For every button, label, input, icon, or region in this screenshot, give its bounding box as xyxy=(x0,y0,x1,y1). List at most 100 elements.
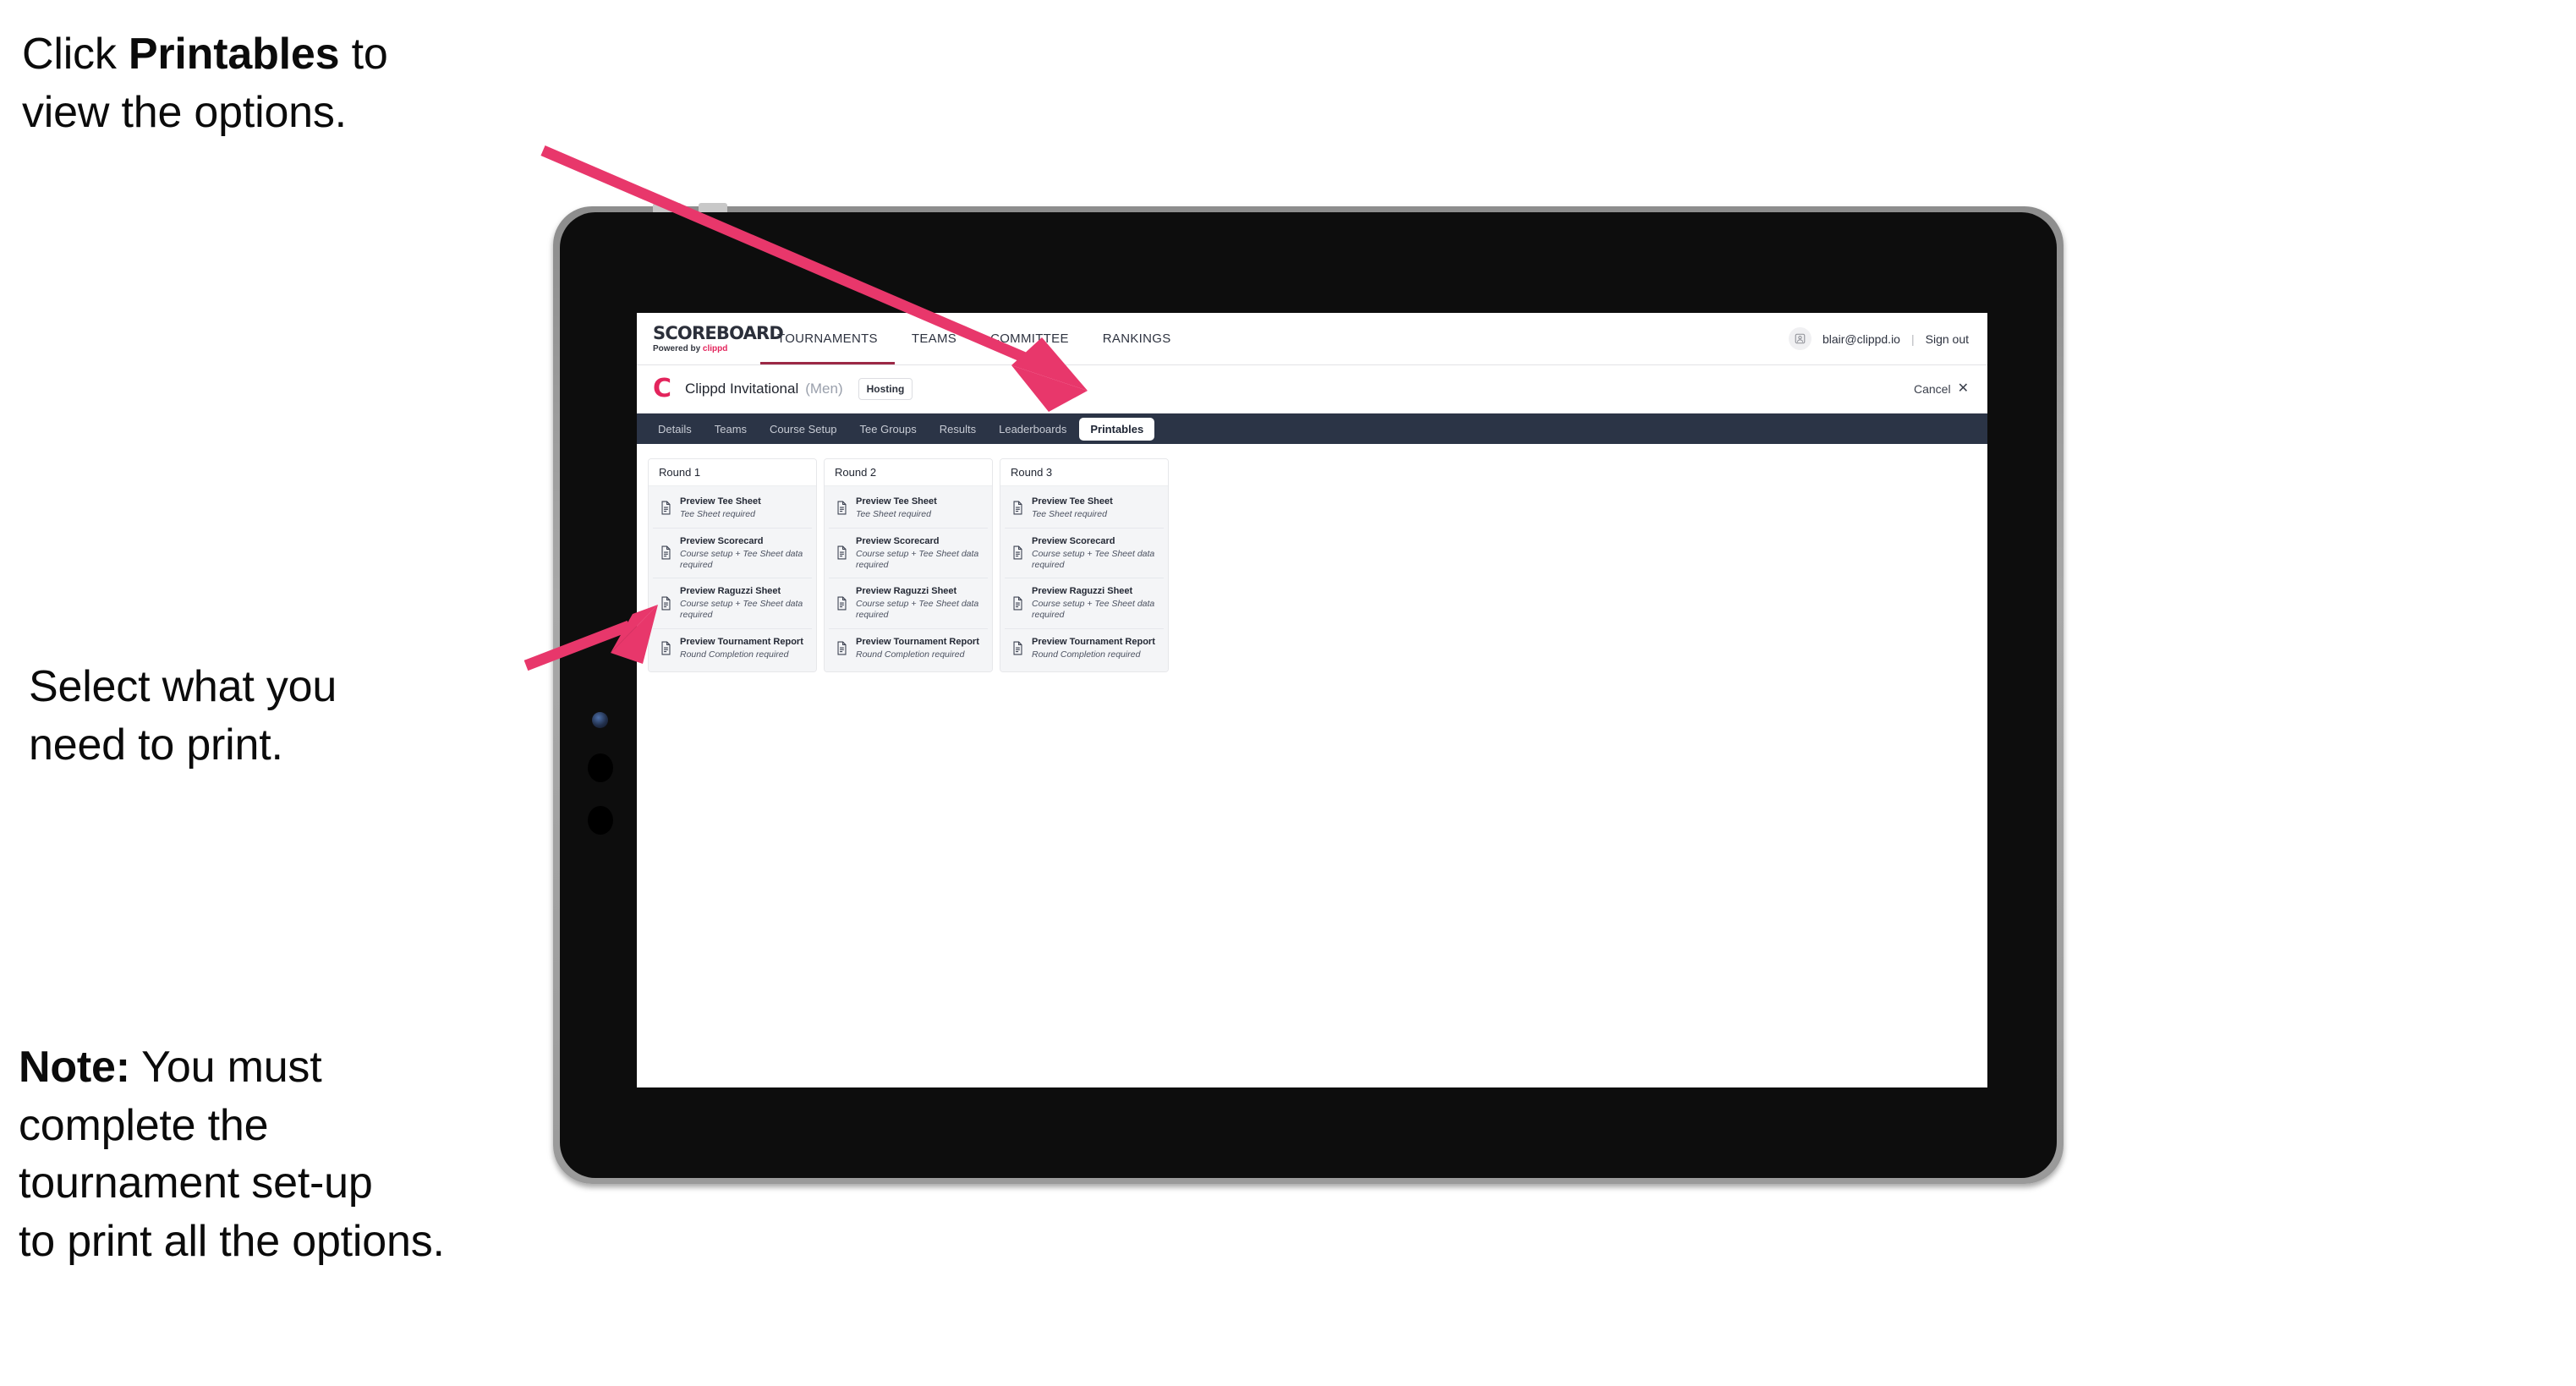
list-item[interactable]: Preview Tee Sheet Tee Sheet required xyxy=(653,489,812,529)
list-item-text: Preview Raguzzi Sheet Course setup + Tee… xyxy=(856,586,982,620)
front-camera-icon xyxy=(592,712,608,728)
callout-note-bold: Note: xyxy=(19,1043,130,1092)
callout-top-prefix: Click xyxy=(22,30,129,79)
cancel-button[interactable]: Cancel ✕ xyxy=(1914,381,1969,397)
list-item-subtitle: Round Completion required xyxy=(680,649,789,660)
list-item-title: Preview Tee Sheet xyxy=(680,496,761,507)
list-item-title: Preview Scorecard xyxy=(1032,535,1115,546)
tab-results[interactable]: Results xyxy=(929,419,986,440)
user-email-label: blair@clippd.io xyxy=(1822,331,1900,346)
document-icon xyxy=(1011,501,1024,515)
round-column-3: Round 3 Preview Tee Sheet Tee Sheet requ… xyxy=(1000,458,1169,673)
user-avatar-icon[interactable] xyxy=(1788,327,1811,350)
nav-item-teams[interactable]: TEAMS xyxy=(895,313,973,364)
list-item-subtitle: Tee Sheet required xyxy=(1032,509,1107,520)
tablet-device-frame: SCOREBOARD Powered by clippd TOURNAMENTS… xyxy=(553,203,2064,1184)
tournament-gender: (Men) xyxy=(805,381,843,397)
document-icon xyxy=(660,545,672,560)
close-icon: ✕ xyxy=(1957,381,1969,396)
document-icon xyxy=(1011,545,1024,560)
primary-nav-links: TOURNAMENTS TEAMS COMMITTEE RANKINGS xyxy=(760,313,1188,364)
list-item-text: Preview Raguzzi Sheet Course setup + Tee… xyxy=(680,586,806,620)
document-icon xyxy=(660,501,672,515)
callout-text-middle: Select what you need to print. xyxy=(29,662,337,770)
round-item-list: Preview Tee Sheet Tee Sheet required Pre… xyxy=(649,486,816,672)
list-item[interactable]: Preview Scorecard Course setup + Tee She… xyxy=(829,528,988,579)
list-item-subtitle: Tee Sheet required xyxy=(856,509,931,520)
list-item-subtitle: Course setup + Tee Sheet data required xyxy=(1032,548,1155,570)
document-icon xyxy=(1011,641,1024,655)
brand-title: SCOREBOARD xyxy=(653,322,784,343)
cancel-button-label: Cancel xyxy=(1914,382,1951,396)
list-item-text: Preview Tee Sheet Tee Sheet required xyxy=(856,496,937,520)
list-item-title: Preview Raguzzi Sheet xyxy=(680,586,781,597)
tournament-header: C Clippd Invitational (Men) Hosting Canc… xyxy=(637,365,1987,414)
nav-item-committee[interactable]: COMMITTEE xyxy=(973,313,1086,364)
list-item-text: Preview Tournament Report Round Completi… xyxy=(680,637,803,660)
list-item-text: Preview Tee Sheet Tee Sheet required xyxy=(680,496,761,520)
side-button-one[interactable] xyxy=(588,753,613,782)
list-item-text: Preview Tee Sheet Tee Sheet required xyxy=(1032,496,1113,520)
document-icon xyxy=(1011,596,1024,611)
list-item[interactable]: Preview Raguzzi Sheet Course setup + Tee… xyxy=(1005,578,1164,629)
list-item[interactable]: Preview Raguzzi Sheet Course setup + Tee… xyxy=(653,578,812,629)
list-item-title: Preview Tournament Report xyxy=(1032,636,1155,647)
tab-details[interactable]: Details xyxy=(648,419,702,440)
list-item[interactable]: Preview Tee Sheet Tee Sheet required xyxy=(1005,489,1164,529)
tab-printables[interactable]: Printables xyxy=(1079,417,1155,441)
sign-out-link[interactable]: Sign out xyxy=(1926,332,1969,346)
document-icon xyxy=(836,545,848,560)
top-navigation-bar: SCOREBOARD Powered by clippd TOURNAMENTS… xyxy=(637,313,1987,365)
list-item-subtitle: Course setup + Tee Sheet data required xyxy=(1032,599,1155,620)
list-item-text: Preview Tournament Report Round Completi… xyxy=(856,637,979,660)
list-item-subtitle: Round Completion required xyxy=(856,649,965,660)
list-item[interactable]: Preview Tournament Report Round Completi… xyxy=(829,628,988,668)
list-item[interactable]: Preview Tee Sheet Tee Sheet required xyxy=(829,489,988,529)
list-item-subtitle: Tee Sheet required xyxy=(680,509,755,520)
printables-panel: Round 1 Preview Tee Sheet Tee Sheet requ… xyxy=(637,444,1987,688)
list-item-title: Preview Scorecard xyxy=(856,535,940,546)
brand-subtitle: Powered by clippd xyxy=(653,343,760,353)
callout-top-bold: Printables xyxy=(128,30,340,79)
tab-course-setup[interactable]: Course Setup xyxy=(759,419,847,440)
document-icon xyxy=(660,641,672,655)
list-item-title: Preview Tee Sheet xyxy=(1032,496,1113,507)
tournament-name: Clippd Invitational xyxy=(685,381,799,397)
tablet-screen: SCOREBOARD Powered by clippd TOURNAMENTS… xyxy=(637,313,1987,1087)
callout-text-top: Click Printables to view the options. xyxy=(22,25,563,141)
list-item-text: Preview Tournament Report Round Completi… xyxy=(1032,637,1155,660)
list-item[interactable]: Preview Tournament Report Round Completi… xyxy=(1005,628,1164,668)
list-item[interactable]: Preview Tournament Report Round Completi… xyxy=(653,628,812,668)
powered-by-label: Powered by xyxy=(653,343,703,353)
nav-item-rankings[interactable]: RANKINGS xyxy=(1086,313,1188,364)
list-item-subtitle: Course setup + Tee Sheet data required xyxy=(856,599,979,620)
clippd-wordmark: clippd xyxy=(702,343,728,353)
clippd-logo-mark: C xyxy=(653,374,672,403)
round-column-2: Round 2 Preview Tee Sheet Tee Sheet requ… xyxy=(824,458,993,673)
document-icon xyxy=(836,641,848,655)
list-item-title: Preview Raguzzi Sheet xyxy=(1032,586,1133,597)
tournament-tab-bar: Details Teams Course Setup Tee Groups Re… xyxy=(637,414,1987,444)
side-button-two[interactable] xyxy=(588,806,613,835)
list-item[interactable]: Preview Scorecard Course setup + Tee She… xyxy=(1005,528,1164,579)
tab-leaderboards[interactable]: Leaderboards xyxy=(989,419,1077,440)
list-item-title: Preview Tournament Report xyxy=(856,636,979,647)
tab-tee-groups[interactable]: Tee Groups xyxy=(850,419,927,440)
status-badge: Hosting xyxy=(858,378,913,400)
round-title: Round 1 xyxy=(649,459,816,486)
list-item-title: Preview Tournament Report xyxy=(680,636,803,647)
list-item-text: Preview Scorecard Course setup + Tee She… xyxy=(1032,536,1158,570)
round-title: Round 3 xyxy=(1000,459,1168,486)
list-item-subtitle: Course setup + Tee Sheet data required xyxy=(680,548,803,570)
tablet-bezel: SCOREBOARD Powered by clippd TOURNAMENTS… xyxy=(560,212,2057,1178)
document-icon xyxy=(836,596,848,611)
tab-teams[interactable]: Teams xyxy=(704,419,757,440)
list-item[interactable]: Preview Scorecard Course setup + Tee She… xyxy=(653,528,812,579)
list-item[interactable]: Preview Raguzzi Sheet Course setup + Tee… xyxy=(829,578,988,629)
list-item-text: Preview Scorecard Course setup + Tee She… xyxy=(856,536,982,570)
nav-item-tournaments[interactable]: TOURNAMENTS xyxy=(760,313,895,364)
round-title: Round 2 xyxy=(825,459,992,486)
user-account-area: blair@clippd.io | Sign out xyxy=(1788,313,1987,364)
brand-logo[interactable]: SCOREBOARD Powered by clippd xyxy=(637,313,784,364)
list-item-title: Preview Raguzzi Sheet xyxy=(856,586,957,597)
